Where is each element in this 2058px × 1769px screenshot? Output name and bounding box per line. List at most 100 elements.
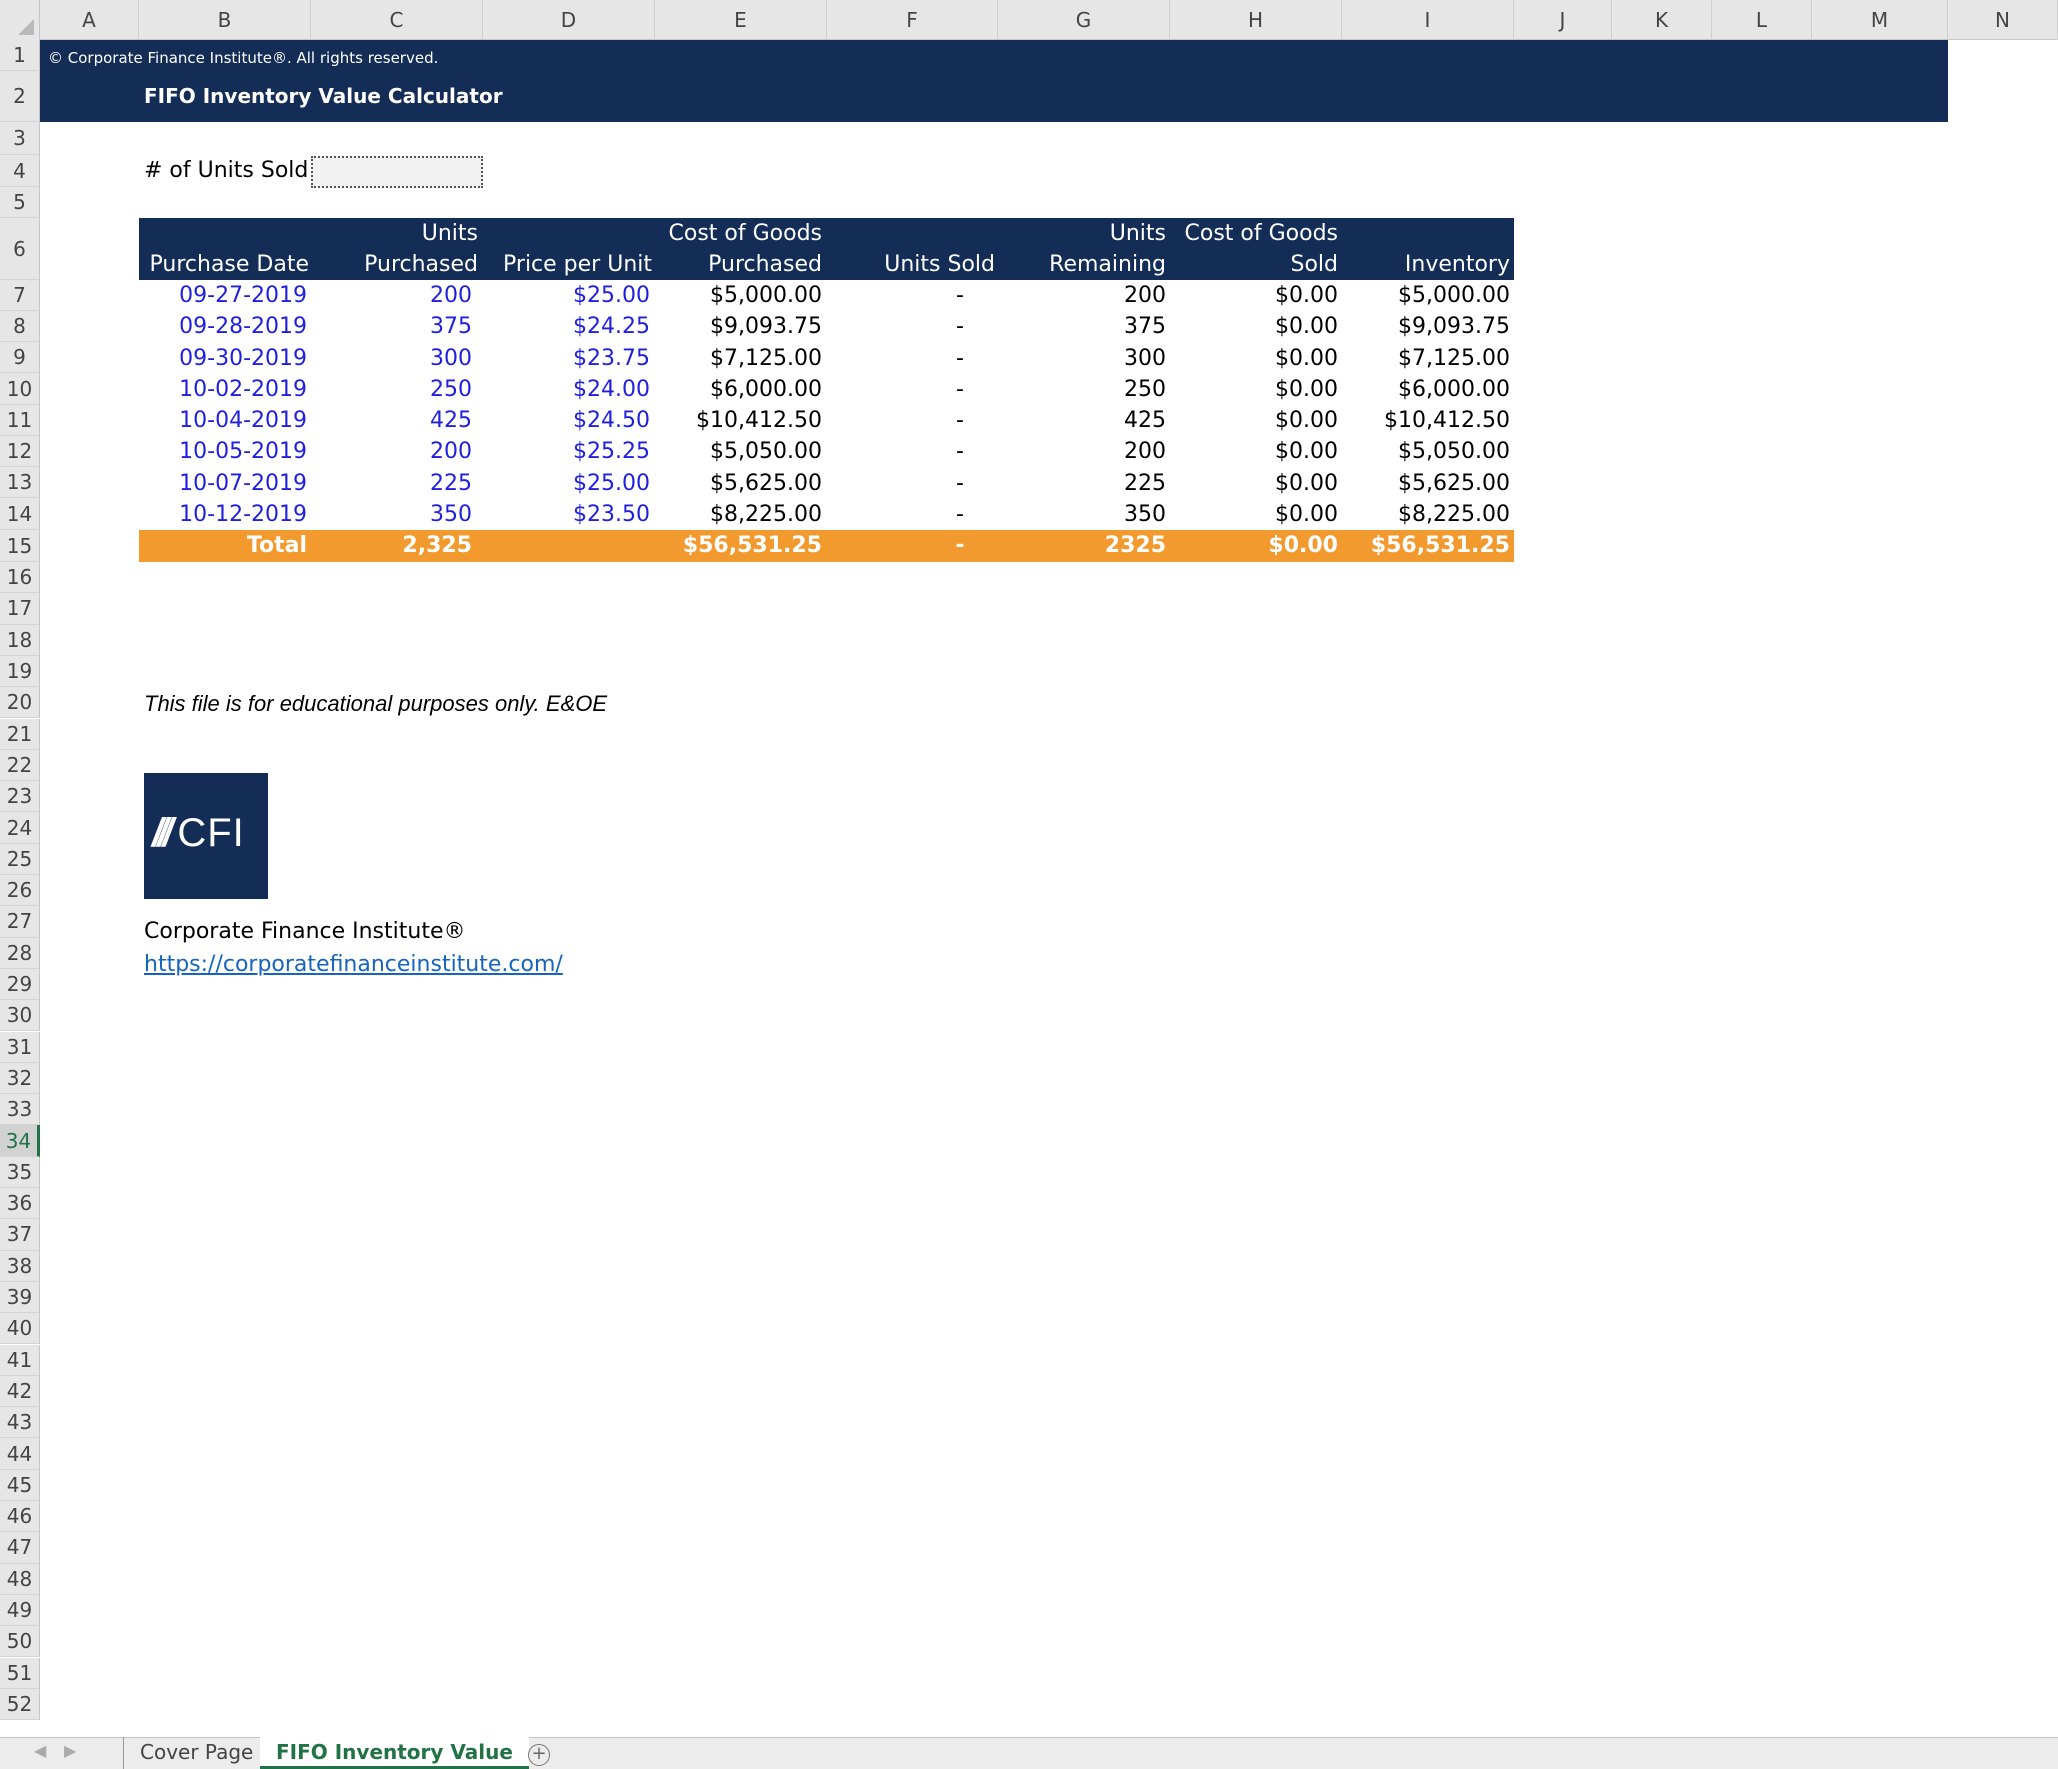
cell-value-6: $5,050.00 [1398,439,1510,465]
row-header-34[interactable]: 34 [0,1125,40,1157]
cell-value-7: $5,625.00 [1398,470,1510,496]
row-header-31[interactable]: 31 [0,1031,40,1063]
row-header-28[interactable]: 28 [0,937,40,969]
column-header-e[interactable]: E [655,0,827,40]
row-header-26[interactable]: 26 [0,875,40,907]
cell-date-4: 10-02-2019 [179,376,307,402]
row-header-12[interactable]: 12 [0,436,40,467]
row-header-36[interactable]: 36 [0,1188,40,1220]
row-header-52[interactable]: 52 [0,1688,40,1721]
column-header-j[interactable]: J [1514,0,1612,40]
cell-sold-8: - [956,501,964,527]
column-header-b[interactable]: B [139,0,311,40]
row-header-14[interactable]: 14 [0,498,40,530]
row-header-42[interactable]: 42 [0,1375,40,1408]
row-header-13[interactable]: 13 [0,467,40,498]
cell-price-1: $25.00 [573,283,650,308]
cell-cogs-3: $0.00 [1275,345,1338,371]
row-header-5[interactable]: 5 [0,187,40,218]
header-units-remaining: Units Remaining [1049,221,1166,277]
row-header-48[interactable]: 48 [0,1563,40,1595]
scroll-tabs-right-icon[interactable]: ▶ [64,1741,76,1760]
row-header-11[interactable]: 11 [0,405,40,436]
row-header-16[interactable]: 16 [0,562,40,594]
row-header-33[interactable]: 33 [0,1094,40,1126]
row-header-50[interactable]: 50 [0,1626,40,1658]
column-header-k[interactable]: K [1612,0,1712,40]
row-header-46[interactable]: 46 [0,1501,40,1533]
row-header-19[interactable]: 19 [0,655,40,688]
row-header-51[interactable]: 51 [0,1657,40,1689]
row-header-40[interactable]: 40 [0,1313,40,1345]
row-header-32[interactable]: 32 [0,1062,40,1095]
column-header-m[interactable]: M [1812,0,1948,40]
cell-units-6: 200 [430,439,472,465]
cell-sold-2: - [956,314,964,340]
column-header-l[interactable]: L [1712,0,1812,40]
cell-sold-4: - [956,376,964,402]
row-header-6[interactable]: 6 [0,218,40,280]
cell-date-5: 10-04-2019 [179,408,307,433]
row-header-25[interactable]: 25 [0,843,40,875]
row-header-49[interactable]: 49 [0,1594,40,1627]
select-all-button[interactable] [0,0,40,40]
row-header-15[interactable]: 15 [0,530,40,562]
header-cost-goods-purchased: Cost of Goods Purchased [668,221,823,277]
row-header-1[interactable]: 1 [0,40,40,71]
column-header-f[interactable]: F [827,0,998,40]
row-header-27[interactable]: 27 [0,906,40,938]
column-header-i[interactable]: I [1342,0,1514,40]
row-header-39[interactable]: 39 [0,1281,40,1314]
row-header-9[interactable]: 9 [0,342,40,373]
row-header-21[interactable]: 21 [0,718,40,750]
column-header-h[interactable]: H [1170,0,1342,40]
row-header-43[interactable]: 43 [0,1407,40,1439]
row-header-44[interactable]: 44 [0,1438,40,1470]
sheet-tab-cover-page[interactable]: Cover Page [123,1737,269,1769]
cell-units-5: 425 [430,408,472,433]
units-sold-input[interactable] [311,156,483,188]
total-cost-goods-sold: $0.00 [1268,533,1338,558]
column-header-c[interactable]: C [311,0,483,40]
organization-link[interactable]: https://corporatefinanceinstitute.com/ [144,952,563,977]
row-header-18[interactable]: 18 [0,624,40,656]
row-header-2[interactable]: 2 [0,71,40,122]
row-header-20[interactable]: 20 [0,687,40,719]
cell-cogp-1: $5,000.00 [710,283,822,308]
column-header-n[interactable]: N [1948,0,2058,40]
cell-date-6: 10-05-2019 [179,439,307,465]
row-header-41[interactable]: 41 [0,1344,40,1376]
column-header-g[interactable]: G [998,0,1170,40]
row-header-45[interactable]: 45 [0,1469,40,1501]
cell-units-4: 250 [430,376,472,402]
row-header-24[interactable]: 24 [0,812,40,844]
row-header-37[interactable]: 37 [0,1219,40,1251]
sheet-tab-fifo-inventory-value[interactable]: FIFO Inventory Value [260,1737,529,1769]
cell-cogp-4: $6,000.00 [710,376,822,402]
cell-cogp-6: $5,050.00 [710,439,822,465]
row-header-29[interactable]: 29 [0,968,40,1001]
row-header-38[interactable]: 38 [0,1250,40,1282]
row-header-22[interactable]: 22 [0,749,40,782]
row-header-35[interactable]: 35 [0,1156,40,1188]
cell-remaining-1: 200 [1124,283,1166,308]
row-header-8[interactable]: 8 [0,311,40,342]
row-header-30[interactable]: 30 [0,1000,40,1032]
row-header-4[interactable]: 4 [0,155,40,187]
column-header-d[interactable]: D [483,0,655,40]
row-header-10[interactable]: 10 [0,373,40,405]
column-header-a[interactable]: A [40,0,139,40]
row-header-7[interactable]: 7 [0,280,40,311]
add-sheet-icon[interactable]: + [528,1744,550,1766]
cell-cogp-2: $9,093.75 [710,314,822,340]
units-sold-label: # of Units Sold [144,158,309,183]
scroll-tabs-left-icon[interactable]: ◀ [34,1741,46,1760]
organization-name: Corporate Finance Institute® [144,919,466,944]
row-header-3[interactable]: 3 [0,122,40,155]
total-cost-goods-purchased: $56,531.25 [682,533,822,558]
cell-value-8: $8,225.00 [1398,501,1510,527]
row-header-47[interactable]: 47 [0,1532,40,1564]
cell-date-2: 09-28-2019 [179,314,307,340]
row-header-23[interactable]: 23 [0,781,40,813]
row-header-17[interactable]: 17 [0,593,40,625]
